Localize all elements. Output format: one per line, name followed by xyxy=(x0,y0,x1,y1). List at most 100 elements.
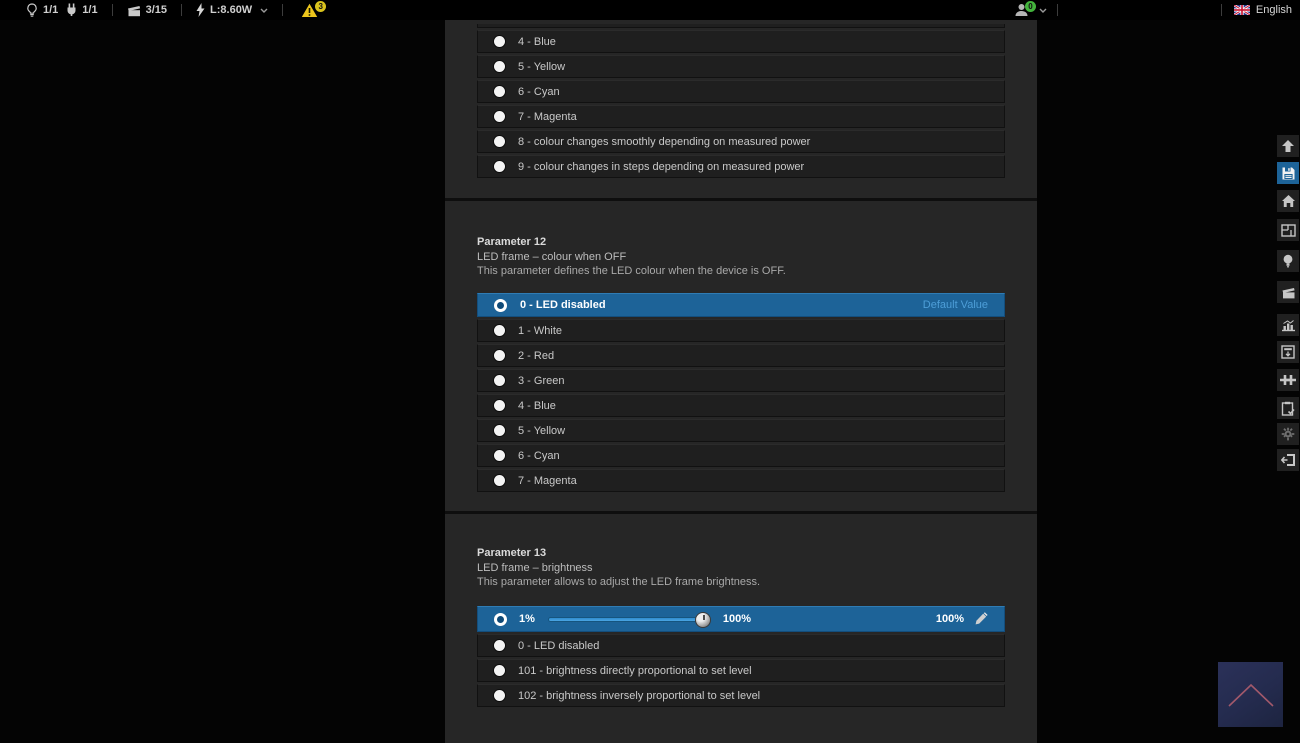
lights-count: 1/1 xyxy=(43,4,58,16)
bar-chart-icon xyxy=(1281,319,1296,332)
option-row[interactable]: 5 - Yellow xyxy=(477,419,1005,442)
parameter-header: Parameter 12 LED frame – colour when OFF… xyxy=(445,201,1037,278)
sidebar-item-save[interactable] xyxy=(1277,162,1299,184)
radio-unselected-icon[interactable] xyxy=(494,640,505,651)
radio-unselected-icon[interactable] xyxy=(494,36,505,47)
option-label: 9 - colour changes in steps depending on… xyxy=(518,161,804,173)
option-row[interactable]: 2 - Red xyxy=(477,344,1005,367)
option-label: 7 - Magenta xyxy=(518,111,577,123)
options-list: 1% 100% 100% 0 - LED disabled xyxy=(477,606,1005,707)
sidebar-item-devices[interactable] xyxy=(1277,250,1299,272)
radio-selected-icon[interactable] xyxy=(494,613,507,626)
topbar-separator xyxy=(1221,4,1222,16)
clapperboard-icon xyxy=(127,4,141,17)
radio-unselected-icon[interactable] xyxy=(494,325,505,336)
language-selector[interactable]: English xyxy=(1215,0,1292,20)
option-row[interactable]: 1 - White xyxy=(477,319,1005,342)
sidebar-item-scenes[interactable] xyxy=(1277,281,1299,303)
option-row[interactable]: 5 - Yellow xyxy=(477,55,1005,78)
sidebar-item-configuration[interactable] xyxy=(1277,397,1299,419)
default-value-label: Default Value xyxy=(923,299,988,311)
sidebar-item-panels[interactable] xyxy=(1277,341,1299,363)
chevron-down-icon xyxy=(1039,8,1047,13)
option-row[interactable]: 6 - Cyan xyxy=(477,444,1005,467)
user-menu[interactable]: 0 xyxy=(1014,0,1064,20)
brightness-slider[interactable] xyxy=(548,617,708,622)
option-label: 4 - Blue xyxy=(518,400,556,412)
lightbulb-icon xyxy=(1282,254,1294,268)
option-label: 6 - Cyan xyxy=(518,450,560,462)
options-list: 4 - Blue 5 - Yellow 6 - Cyan 7 - Magenta… xyxy=(477,20,1005,178)
option-row-partial[interactable] xyxy=(477,24,1005,28)
radio-unselected-icon[interactable] xyxy=(494,375,505,386)
sidebar-item-energy-chart[interactable] xyxy=(1277,314,1299,336)
radio-unselected-icon[interactable] xyxy=(494,400,505,411)
parameter-name: LED frame – brightness xyxy=(477,561,1005,575)
radio-unselected-icon[interactable] xyxy=(494,425,505,436)
plug-count: 1/1 xyxy=(82,4,97,16)
alerts-badge: 3 xyxy=(315,1,326,12)
parameters-panel: 4 - Blue 5 - Yellow 6 - Cyan 7 - Magenta… xyxy=(445,20,1037,743)
sidebar-item-rooms[interactable] xyxy=(1277,219,1299,241)
parameter-title: Parameter 13 xyxy=(477,546,1005,560)
option-label: 101 - brightness directly proportional t… xyxy=(518,665,752,677)
option-row[interactable]: 7 - Magenta xyxy=(477,469,1005,492)
parameter-11-section: 4 - Blue 5 - Yellow 6 - Cyan 7 - Magenta… xyxy=(445,20,1037,198)
radio-unselected-icon[interactable] xyxy=(494,475,505,486)
option-label: 6 - Cyan xyxy=(518,86,560,98)
options-list: 0 - LED disabled Default Value 1 - White… xyxy=(477,293,1005,492)
radio-unselected-icon[interactable] xyxy=(494,161,505,172)
floorplan-icon xyxy=(1281,224,1296,237)
option-row[interactable]: 6 - Cyan xyxy=(477,80,1005,103)
option-row[interactable]: 102 - brightness inversely proportional … xyxy=(477,684,1005,707)
option-row[interactable]: 101 - brightness directly proportional t… xyxy=(477,659,1005,682)
radio-unselected-icon[interactable] xyxy=(494,136,505,147)
radio-unselected-icon[interactable] xyxy=(494,350,505,361)
radio-unselected-icon[interactable] xyxy=(494,61,505,72)
scenes-indicator: 3/15 xyxy=(127,4,167,17)
clapperboard-icon xyxy=(1281,286,1296,299)
option-row[interactable]: 7 - Magenta xyxy=(477,105,1005,128)
radio-unselected-icon[interactable] xyxy=(494,690,505,701)
edit-pencil-icon[interactable] xyxy=(974,612,988,626)
gear-icon xyxy=(1281,427,1295,441)
alerts-indicator[interactable]: 3 xyxy=(301,3,326,18)
sidebar-item-scroll-top[interactable] xyxy=(1277,135,1299,157)
option-row[interactable]: 8 - colour changes smoothly depending on… xyxy=(477,130,1005,153)
parameter-description: This parameter defines the LED colour wh… xyxy=(477,264,1005,278)
screen: 1/1 1/1 3/15 L:8.60W xyxy=(0,0,1300,743)
option-row[interactable]: 4 - Blue xyxy=(477,30,1005,53)
plus-plus-icon xyxy=(1280,374,1296,386)
radio-unselected-icon[interactable] xyxy=(494,86,505,97)
power-indicator[interactable]: L:8.60W xyxy=(196,3,268,17)
lights-indicator: 1/1 xyxy=(26,3,58,17)
home-icon xyxy=(1281,194,1296,208)
save-floppy-icon xyxy=(1281,166,1296,181)
option-row[interactable]: 9 - colour changes in steps depending on… xyxy=(477,155,1005,178)
slider-max-label: 100% xyxy=(723,613,751,625)
plug-indicator: 1/1 xyxy=(66,3,97,17)
sidebar-item-logout[interactable] xyxy=(1277,449,1299,471)
sidebar-item-plugins[interactable] xyxy=(1277,369,1299,391)
sidebar-item-settings[interactable] xyxy=(1277,423,1299,445)
option-label: 8 - colour changes smoothly depending on… xyxy=(518,136,810,148)
sidebar-item-home[interactable] xyxy=(1277,190,1299,212)
radio-unselected-icon[interactable] xyxy=(494,450,505,461)
parameter-header: Parameter 13 LED frame – brightness This… xyxy=(445,514,1037,589)
slider-option-row[interactable]: 1% 100% 100% xyxy=(477,606,1005,632)
option-row[interactable]: 3 - Green xyxy=(477,369,1005,392)
scroll-top-logo-button[interactable] xyxy=(1218,662,1283,727)
option-row[interactable]: 4 - Blue xyxy=(477,394,1005,417)
arrow-up-icon xyxy=(1281,139,1295,153)
topbar-separator xyxy=(282,4,283,16)
radio-selected-icon[interactable] xyxy=(494,299,507,312)
power-label: L:8.60W xyxy=(210,4,252,16)
option-row[interactable]: 0 - LED disabled xyxy=(477,634,1005,657)
option-label: 0 - LED disabled xyxy=(520,299,606,311)
device-box-icon xyxy=(1281,345,1295,359)
radio-unselected-icon[interactable] xyxy=(494,111,505,122)
slider-thumb[interactable] xyxy=(695,612,711,628)
option-label: 2 - Red xyxy=(518,350,554,362)
option-row-selected[interactable]: 0 - LED disabled Default Value xyxy=(477,293,1005,317)
radio-unselected-icon[interactable] xyxy=(494,665,505,676)
